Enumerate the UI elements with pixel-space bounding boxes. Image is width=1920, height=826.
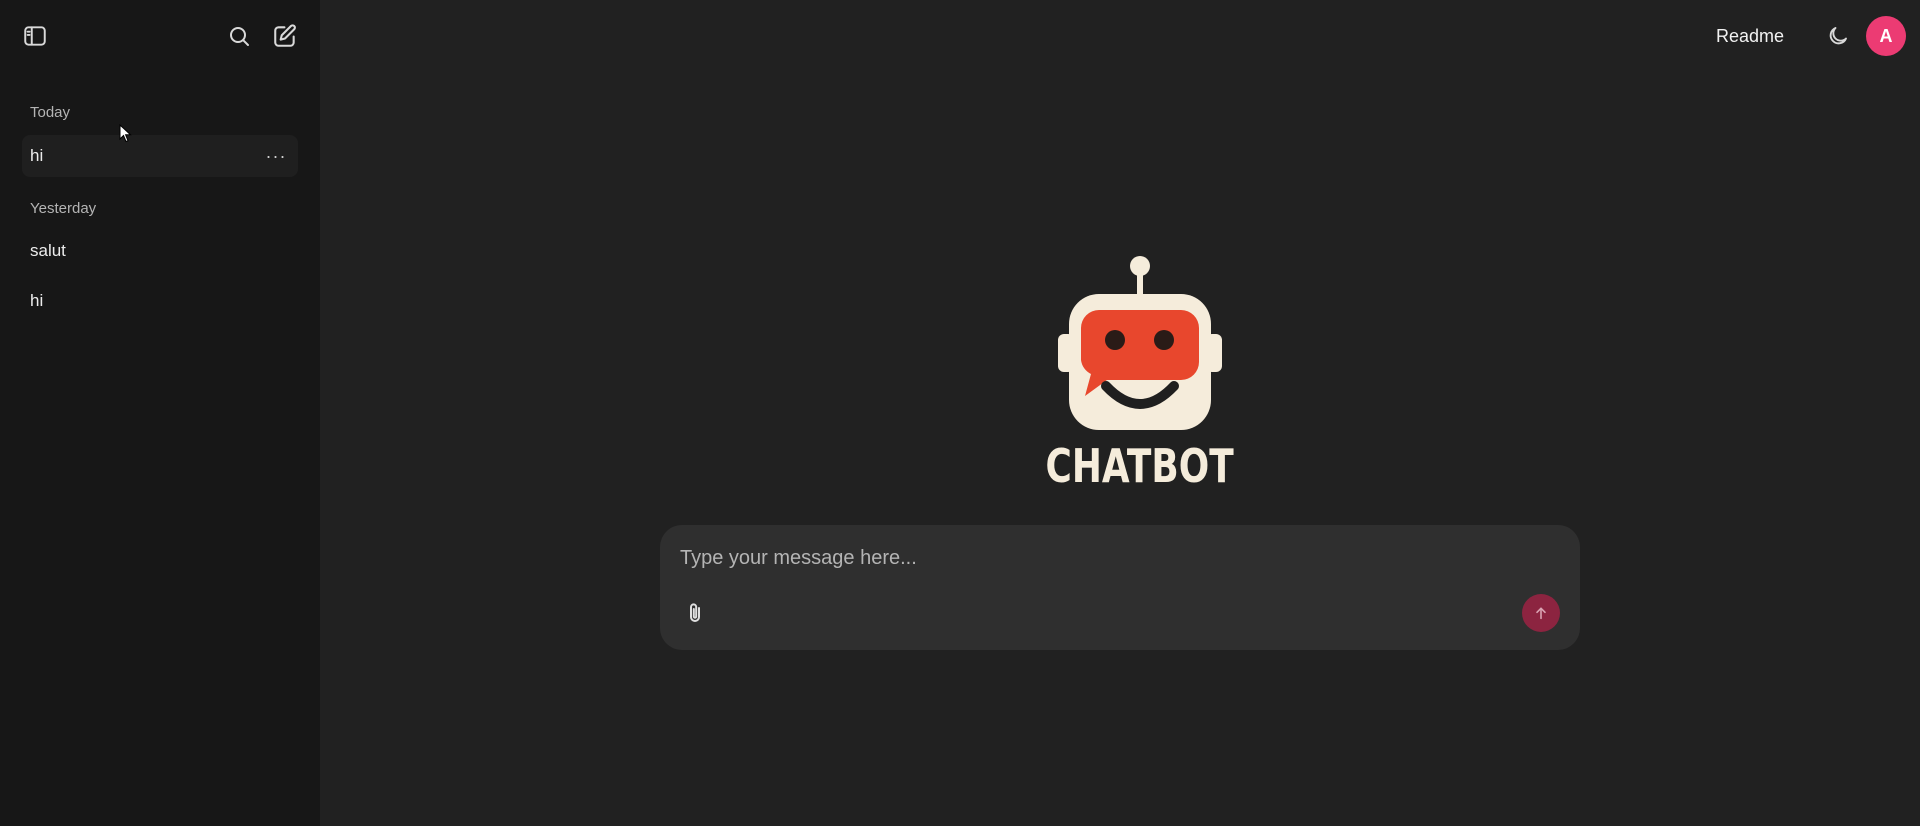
main-area: Readme A CHATBOT Type your message here.… [320,0,1920,826]
sidebar-toggle-icon[interactable] [18,19,52,53]
search-icon[interactable] [222,19,256,53]
app-window: Today hi ··· Yesterday salut hi Readme A… [0,0,1920,826]
sidebar: Today hi ··· Yesterday salut hi [0,0,320,826]
chatbot-logo-text: CHATBOT [1045,439,1235,493]
new-chat-icon[interactable] [268,19,302,53]
group-label-today: Today [30,104,71,121]
message-composer [660,525,1580,650]
conversation-item-salut[interactable]: salut [22,227,298,275]
conversation-label: hi [30,146,44,165]
conversation-item-hi-yesterday[interactable]: hi [22,277,298,325]
message-input[interactable] [680,543,1540,573]
readme-link[interactable]: Readme [1702,18,1798,55]
arrow-up-icon [1536,607,1546,620]
robot-logo-icon [1058,256,1222,430]
conversation-list-yesterday: salut hi [0,227,320,325]
more-options-icon[interactable]: ··· [262,144,290,168]
avatar[interactable]: A [1866,16,1906,56]
chatbot-logo: CHATBOT [1020,252,1260,502]
send-button[interactable] [1522,594,1560,632]
group-label-yesterday: Yesterday [30,200,97,217]
conversation-item-hi-today[interactable]: hi ··· [22,135,298,177]
paperclip-icon[interactable] [678,596,712,630]
moon-icon[interactable] [1820,18,1856,54]
mouse-cursor-icon [119,124,132,143]
conversation-label: salut [30,241,66,260]
conversation-label: hi [30,291,44,310]
top-bar: Readme A [1702,14,1906,58]
sidebar-toolbar [0,0,320,72]
